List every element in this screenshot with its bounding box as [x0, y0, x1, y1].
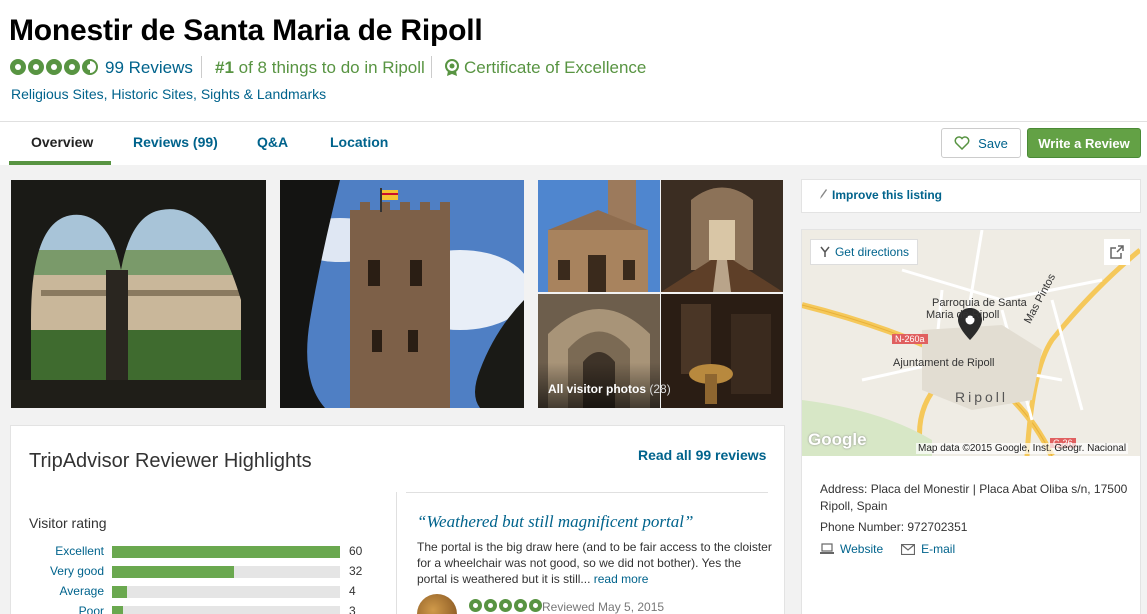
read-more-link[interactable]: read more	[594, 572, 649, 586]
website-label: Website	[840, 542, 884, 556]
save-label: Save	[978, 135, 1008, 151]
expand-icon	[1110, 245, 1124, 259]
review-date: Reviewed May 5, 2015	[542, 600, 665, 614]
all-photos-label: All visitor photos	[548, 382, 647, 396]
divider	[431, 56, 432, 78]
page-title: Monestir de Santa Maria de Ripoll	[9, 14, 483, 47]
photo-bell-tower[interactable]	[280, 180, 524, 408]
directions-icon	[820, 246, 830, 257]
map-label-ripoll: Ripoll	[955, 389, 1009, 405]
bubble-icon	[64, 59, 80, 75]
rating-count: 32	[349, 564, 363, 578]
phone-number: Phone Number: 972702351	[820, 520, 968, 534]
tab-location[interactable]: Location	[330, 134, 388, 150]
map-attribution[interactable]: Map data ©2015 Google, Inst. Geogr. Naci…	[916, 443, 1129, 454]
rating-bar-fill	[112, 546, 340, 558]
save-button[interactable]: Save	[941, 128, 1021, 158]
half-bubble-icon	[82, 59, 98, 75]
laptop-icon	[820, 543, 834, 554]
all-visitor-photos-link[interactable]: All visitor photos (28)	[548, 382, 671, 396]
bubble-icon	[499, 599, 512, 612]
tab-qa[interactable]: Q&A	[257, 134, 288, 150]
reviewer-highlights-panel: TripAdvisor Reviewer Highlights Read all…	[10, 425, 785, 614]
rating-count: 60	[349, 544, 363, 558]
email-label: E-mail	[921, 542, 956, 556]
visitor-rating-label: Visitor rating	[29, 515, 107, 531]
google-logo: Google	[808, 430, 867, 449]
photo-nave[interactable]	[661, 180, 783, 292]
rating-count: 3	[349, 604, 356, 614]
certificate-label: Certificate of Excellence	[464, 58, 647, 77]
review-rating-bubbles	[469, 599, 542, 612]
photo-interior[interactable]	[661, 294, 783, 408]
address: Address: Placa del Monestir | Placa Abat…	[820, 482, 1128, 513]
expand-map-button[interactable]	[1104, 239, 1130, 265]
divider	[0, 121, 1147, 122]
rating-bar-fill	[112, 606, 123, 614]
photo-facade[interactable]	[538, 180, 660, 292]
get-directions-button[interactable]: Get directions	[810, 239, 918, 265]
tab-reviews[interactable]: Reviews (99)	[133, 134, 218, 150]
bubble-icon	[469, 599, 482, 612]
contact-links: Website E-mail	[820, 542, 955, 556]
review-snippet: The portal is the big draw here (and to …	[417, 539, 772, 587]
read-all-reviews-link[interactable]: Read all 99 reviews	[638, 447, 766, 463]
email-link[interactable]: E-mail	[901, 542, 955, 556]
pencil-icon	[820, 189, 827, 199]
rating-count: 4	[349, 584, 356, 598]
envelope-icon	[901, 543, 916, 555]
improve-listing-link[interactable]: Improve this listing	[832, 188, 942, 202]
reviews-count-link[interactable]: 99 Reviews	[105, 58, 193, 78]
bubble-icon	[28, 59, 44, 75]
award-icon	[445, 59, 459, 76]
bubble-icon	[529, 599, 542, 612]
rating-bar	[112, 586, 340, 598]
rating-label: Very good	[49, 564, 104, 578]
rating-bar	[112, 546, 340, 558]
categories-link[interactable]: Religious Sites, Historic Sites, Sights …	[11, 86, 326, 102]
rating-bar	[112, 606, 340, 614]
rating-bar-fill	[112, 566, 234, 578]
rating-label: Excellent	[55, 544, 104, 558]
road-tag-n260a: N-260a	[892, 334, 928, 344]
write-review-button[interactable]: Write a Review	[1027, 128, 1141, 158]
review-quote-link[interactable]: “Weathered but still magnificent portal”	[417, 512, 693, 532]
all-photos-count: (28)	[649, 382, 671, 396]
bubble-icon	[46, 59, 62, 75]
rating-label: Poor	[78, 604, 104, 614]
rank-number: #1	[215, 58, 234, 77]
heart-icon	[954, 136, 970, 150]
map-label-parroquia-2: Maria de Ripoll	[926, 309, 1000, 321]
map-label-parroquia: Parroquia de Santa	[932, 297, 1027, 309]
divider	[201, 56, 202, 78]
rating-bar-fill	[112, 586, 127, 598]
rating-bar	[112, 566, 340, 578]
photo-cloister[interactable]	[11, 180, 266, 408]
rating-bubbles	[10, 59, 98, 75]
rating-row-poor[interactable]: Poor 3	[11, 604, 786, 614]
divider	[406, 492, 768, 493]
rating-label: Average	[59, 584, 104, 598]
active-tab-indicator	[9, 161, 111, 165]
tab-overview[interactable]: Overview	[31, 134, 93, 150]
get-directions-label: Get directions	[834, 245, 910, 259]
bubble-icon	[484, 599, 497, 612]
ranking-text[interactable]: #1 of 8 things to do in Ripoll	[215, 58, 425, 78]
website-link[interactable]: Website	[820, 542, 883, 556]
map-label-ajuntament: Ajuntament de Ripoll	[893, 357, 995, 369]
bubble-icon	[514, 599, 527, 612]
certificate-of-excellence[interactable]: Certificate of Excellence	[444, 58, 646, 78]
bubble-icon	[10, 59, 26, 75]
highlights-title: TripAdvisor Reviewer Highlights	[29, 450, 312, 472]
rank-description: of 8 things to do in Ripoll	[233, 58, 425, 77]
